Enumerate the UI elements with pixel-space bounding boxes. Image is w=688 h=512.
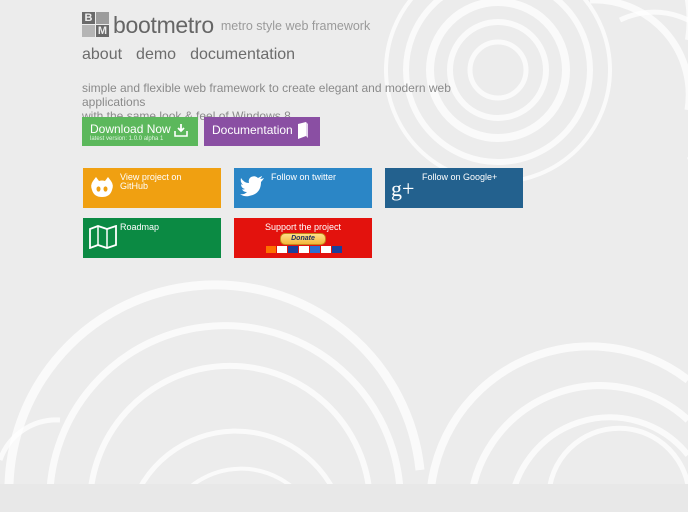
roadmap-tile[interactable]: Roadmap — [83, 218, 221, 258]
google-plus-tile[interactable]: g+ Follow on Google+ — [385, 168, 523, 208]
nav-about[interactable]: about — [82, 46, 122, 64]
logo-letter-b: B — [82, 12, 95, 24]
brand-name[interactable]: bootmetro — [113, 12, 214, 38]
nav-demo[interactable]: demo — [136, 46, 176, 64]
map-icon — [89, 224, 117, 254]
github-tile-line2: GitHub — [120, 181, 149, 191]
twitter-tile[interactable]: Follow on twitter — [234, 168, 372, 208]
book-icon — [296, 122, 310, 145]
logo-letter-m: M — [96, 25, 109, 37]
twitter-tile-label: Follow on twitter — [271, 172, 337, 182]
documentation-button[interactable]: Documentation — [204, 117, 320, 146]
github-tile[interactable]: View project on GitHub — [83, 168, 221, 208]
donate-button[interactable]: Donate — [280, 233, 326, 245]
download-tray-icon — [174, 124, 188, 142]
bootmetro-logo[interactable]: B M — [82, 12, 109, 38]
payment-cards-icon — [266, 246, 342, 253]
roadmap-tile-label: Roadmap — [120, 222, 160, 232]
google-plus-icon: g+ — [391, 175, 421, 206]
twitter-bird-icon — [240, 175, 266, 202]
page: B M bootmetro metro style web framework … — [0, 0, 688, 512]
github-tile-label: View project on GitHub — [120, 173, 216, 191]
main-nav: about demo documentation — [82, 46, 295, 64]
support-project-tile[interactable]: Support the project Donate — [234, 218, 372, 258]
support-tile-label: Support the project — [264, 222, 342, 232]
svg-text:g+: g+ — [391, 176, 414, 201]
download-label: Download Now — [90, 122, 171, 136]
brand-tagline: metro style web framework — [220, 19, 371, 33]
download-now-button[interactable]: Download Now latest version: 1.0.0 alpha… — [82, 117, 198, 146]
intro-line-1: simple and flexible web framework to cre… — [82, 81, 451, 109]
nav-documentation[interactable]: documentation — [190, 46, 295, 64]
documentation-label: Documentation — [212, 123, 293, 137]
brand-header: B M bootmetro metro style web framework — [82, 12, 370, 38]
download-version: latest version: 1.0.0 alpha 1 — [90, 136, 164, 142]
github-octocat-icon — [89, 175, 115, 206]
google-plus-tile-label: Follow on Google+ — [422, 172, 498, 182]
